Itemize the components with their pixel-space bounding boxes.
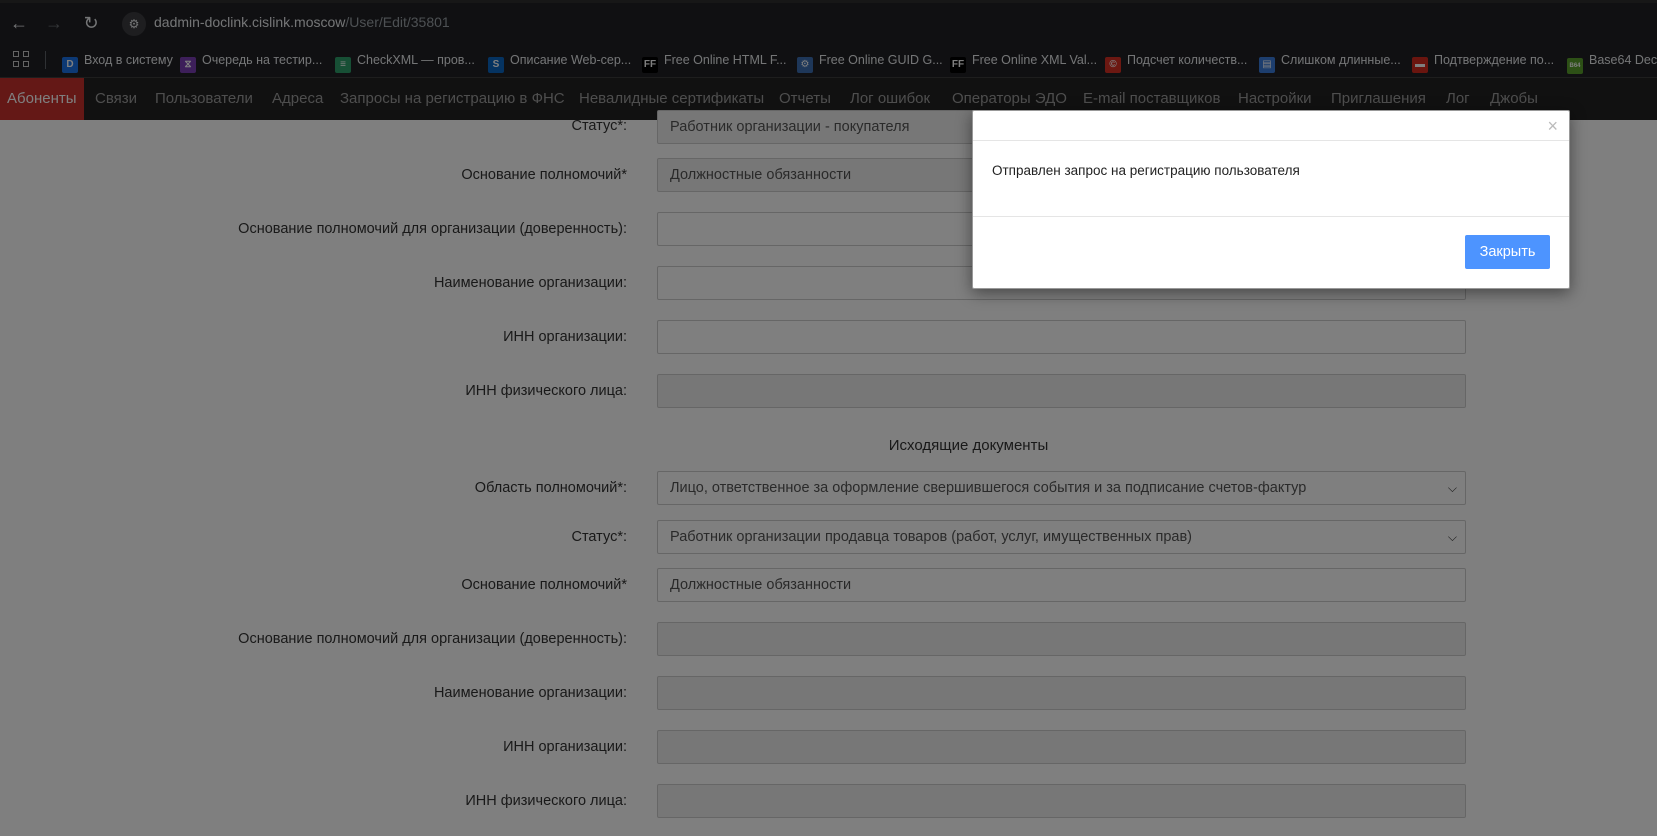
modal-message: Отправлен запрос на регистрацию пользова… xyxy=(973,141,1569,217)
close-icon[interactable]: × xyxy=(1547,117,1558,135)
modal-footer: Закрыть xyxy=(973,217,1569,289)
close-button[interactable]: Закрыть xyxy=(1465,235,1550,269)
modal-header: × xyxy=(973,111,1569,141)
notification-modal: × Отправлен запрос на регистрацию пользо… xyxy=(972,110,1570,289)
